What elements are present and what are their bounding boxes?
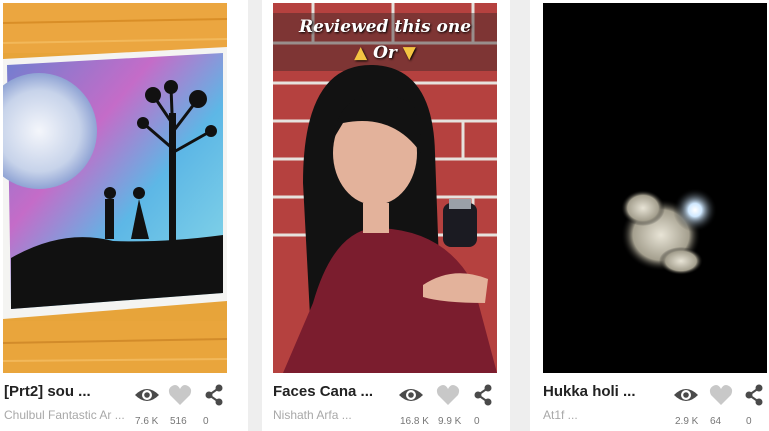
- video-card-3[interactable]: Hukka holi ... At1f ... 2.9 K 64 0: [530, 0, 769, 431]
- painting-thumbnail-image: [3, 3, 227, 373]
- eye-icon: [398, 384, 424, 411]
- video-thumbnail-1[interactable]: [3, 3, 227, 373]
- heart-icon[interactable]: [709, 384, 733, 411]
- share-icon[interactable]: [473, 384, 493, 411]
- view-count: 7.6 K: [135, 416, 159, 427]
- thumbs-up-icon: ▲: [354, 43, 368, 63]
- author-name[interactable]: At1f ...: [543, 408, 578, 422]
- overlay-text-line1: Reviewed this one: [298, 17, 472, 37]
- author-name[interactable]: Chulbul Fantastic Ar ...: [4, 408, 125, 422]
- like-count: 9.9 K: [438, 416, 462, 427]
- share-count: 0: [474, 416, 480, 427]
- eye-icon: [134, 384, 160, 411]
- video-card-2[interactable]: Reviewed this one ▲ Or ▼ Faces Cana ... …: [262, 0, 510, 431]
- heart-icon[interactable]: [436, 384, 460, 411]
- like-count: 516: [170, 416, 187, 427]
- overlay-text-line2: Or: [373, 43, 397, 63]
- share-count: 0: [203, 416, 209, 427]
- view-count: 16.8 K: [400, 416, 429, 427]
- author-name[interactable]: Nishath Arfa ...: [273, 408, 352, 422]
- heart-icon[interactable]: [168, 384, 192, 411]
- smoke-thumbnail-image: [543, 3, 767, 373]
- view-count: 2.9 K: [675, 416, 699, 427]
- share-icon[interactable]: [204, 384, 224, 411]
- share-count: 0: [746, 416, 752, 427]
- eye-icon: [673, 384, 699, 411]
- video-thumbnail-2[interactable]: Reviewed this one ▲ Or ▼: [273, 3, 497, 373]
- like-count: 64: [710, 416, 722, 427]
- share-icon[interactable]: [744, 384, 764, 411]
- video-card-1[interactable]: [Prt2] sou ... Chulbul Fantastic Ar ... …: [0, 0, 248, 431]
- video-thumbnail-3[interactable]: [543, 3, 767, 373]
- thumbs-down-icon: ▼: [402, 43, 416, 63]
- video-title[interactable]: [Prt2] sou ...: [4, 383, 91, 400]
- video-title[interactable]: Faces Cana ...: [273, 383, 373, 400]
- video-title[interactable]: Hukka holi ...: [543, 383, 636, 400]
